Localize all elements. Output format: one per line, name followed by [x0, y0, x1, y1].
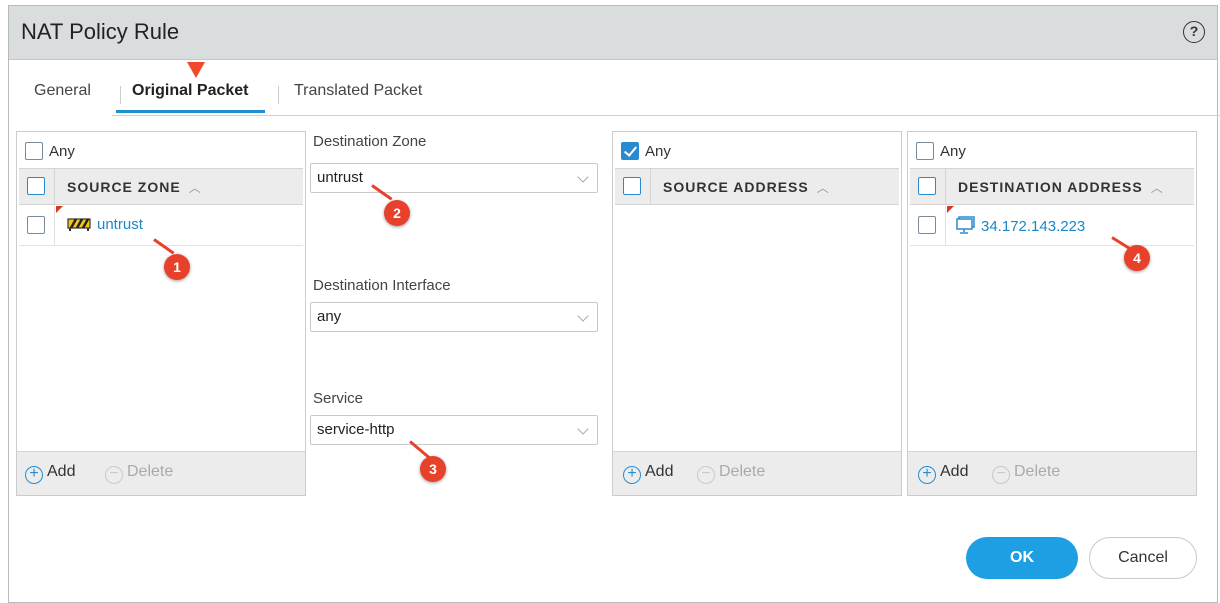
dialog-title: NAT Policy Rule [21, 19, 180, 44]
delete-button[interactable]: − Delete [697, 463, 765, 484]
destination-interface-label: Destination Interface [313, 277, 451, 294]
address-link[interactable]: 34.172.143.223 [981, 218, 1085, 235]
cancel-button[interactable]: Cancel [1089, 537, 1197, 579]
column-title: DESTINATION ADDRESS [958, 179, 1143, 195]
callout-badge-3: 3 [420, 456, 446, 482]
add-label: Add [47, 463, 76, 480]
column-divider [54, 169, 55, 204]
source-address-any-row: Any [621, 142, 671, 164]
chevron-down-icon [577, 171, 589, 183]
select-all-checkbox[interactable] [918, 177, 936, 195]
chevron-down-icon [577, 310, 589, 322]
source-zone-panel: Any SOURCE ZONE ︿ untrust + Add − Delete [16, 131, 306, 496]
chevron-down-icon [577, 423, 589, 435]
dialog-titlebar: NAT Policy Rule ? [9, 6, 1217, 60]
callout-badge-4: 4 [1124, 245, 1150, 271]
address-object-icon [956, 216, 975, 234]
modified-flag-icon [947, 206, 954, 213]
delete-label: Delete [1014, 463, 1061, 480]
destination-address-any-checkbox[interactable] [916, 142, 934, 161]
destination-address-panel: Any DESTINATION ADDRESS ︿ 34.172.143.223 … [907, 131, 1197, 496]
service-value: service-http [317, 421, 395, 438]
delete-button[interactable]: − Delete [992, 463, 1060, 484]
destination-address-column-header[interactable]: DESTINATION ADDRESS ︿ [958, 179, 1164, 196]
select-all-checkbox[interactable] [27, 177, 45, 195]
sort-ascending-icon[interactable]: ︿ [189, 181, 202, 195]
add-label: Add [940, 463, 969, 480]
help-icon[interactable]: ? [1183, 21, 1205, 43]
minus-circle-icon: − [697, 466, 715, 484]
source-zone-footer: + Add − Delete [17, 451, 305, 495]
source-address-header: SOURCE ADDRESS ︿ [615, 168, 899, 205]
any-label: Any [49, 142, 75, 160]
ok-button[interactable]: OK [966, 537, 1078, 579]
source-zone-column-header[interactable]: SOURCE ZONE ︿ [67, 179, 202, 196]
source-zone-header: SOURCE ZONE ︿ [19, 168, 303, 205]
plus-circle-icon: + [918, 466, 936, 484]
source-address-panel: Any SOURCE ADDRESS ︿ + Add − Delete [612, 131, 902, 496]
add-label: Add [645, 463, 674, 480]
plus-circle-icon: + [25, 466, 43, 484]
destination-interface-value: any [317, 308, 342, 325]
column-divider [945, 169, 946, 204]
source-address-any-checkbox[interactable] [621, 142, 639, 161]
sort-ascending-icon[interactable]: ︿ [817, 181, 830, 195]
delete-label: Delete [127, 463, 174, 480]
delete-button[interactable]: − Delete [105, 463, 173, 484]
destination-address-any-row: Any [916, 142, 966, 164]
minus-circle-icon: − [105, 466, 123, 484]
destination-interface-select[interactable]: any [310, 302, 598, 332]
zone-cell: untrust [67, 216, 143, 234]
sort-ascending-icon[interactable]: ︿ [1151, 181, 1164, 195]
add-button[interactable]: + Add [918, 463, 968, 484]
row-checkbox[interactable] [27, 216, 45, 234]
source-address-footer: + Add − Delete [613, 451, 901, 495]
select-all-checkbox[interactable] [623, 177, 641, 195]
tab-general[interactable]: General [34, 82, 91, 110]
destination-zone-value: untrust [317, 169, 363, 186]
callout-badge-2: 2 [384, 200, 410, 226]
destination-zone-select[interactable]: untrust [310, 163, 598, 193]
column-title: SOURCE ZONE [67, 179, 181, 195]
destination-address-header: DESTINATION ADDRESS ︿ [910, 168, 1194, 205]
tab-underline [112, 115, 1220, 116]
any-label: Any [645, 142, 671, 160]
zone-name-link[interactable]: untrust [97, 216, 143, 233]
any-label: Any [940, 142, 966, 160]
service-label: Service [313, 390, 364, 407]
row-checkbox[interactable] [918, 216, 936, 234]
add-button[interactable]: + Add [25, 463, 75, 484]
column-divider [54, 206, 55, 245]
tab-divider [278, 86, 279, 104]
plus-circle-icon: + [623, 466, 641, 484]
source-zone-any-checkbox[interactable] [25, 142, 43, 161]
destination-zone-label: Destination Zone [313, 133, 427, 150]
destination-address-footer: + Add − Delete [908, 451, 1196, 495]
tab-bar: General Original Packet Translated Packe… [20, 78, 1200, 116]
tab-original-packet[interactable]: Original Packet [116, 82, 265, 113]
column-divider [945, 206, 946, 245]
minus-circle-icon: − [992, 466, 1010, 484]
modified-flag-icon [56, 206, 63, 213]
table-row[interactable]: 34.172.143.223 [910, 206, 1194, 246]
add-button[interactable]: + Add [623, 463, 673, 484]
address-cell: 34.172.143.223 [956, 216, 1085, 236]
source-address-column-header[interactable]: SOURCE ADDRESS ︿ [663, 179, 830, 196]
column-divider [650, 169, 651, 204]
tab-translated-packet[interactable]: Translated Packet [294, 82, 422, 110]
table-row[interactable]: untrust [19, 206, 303, 246]
delete-label: Delete [719, 463, 766, 480]
tab-marker-arrow [187, 62, 205, 78]
source-zone-any-row: Any [25, 142, 75, 164]
zone-barrier-icon [67, 218, 91, 231]
column-title: SOURCE ADDRESS [663, 179, 809, 195]
service-select[interactable]: service-http [310, 415, 598, 445]
callout-badge-1: 1 [164, 254, 190, 280]
